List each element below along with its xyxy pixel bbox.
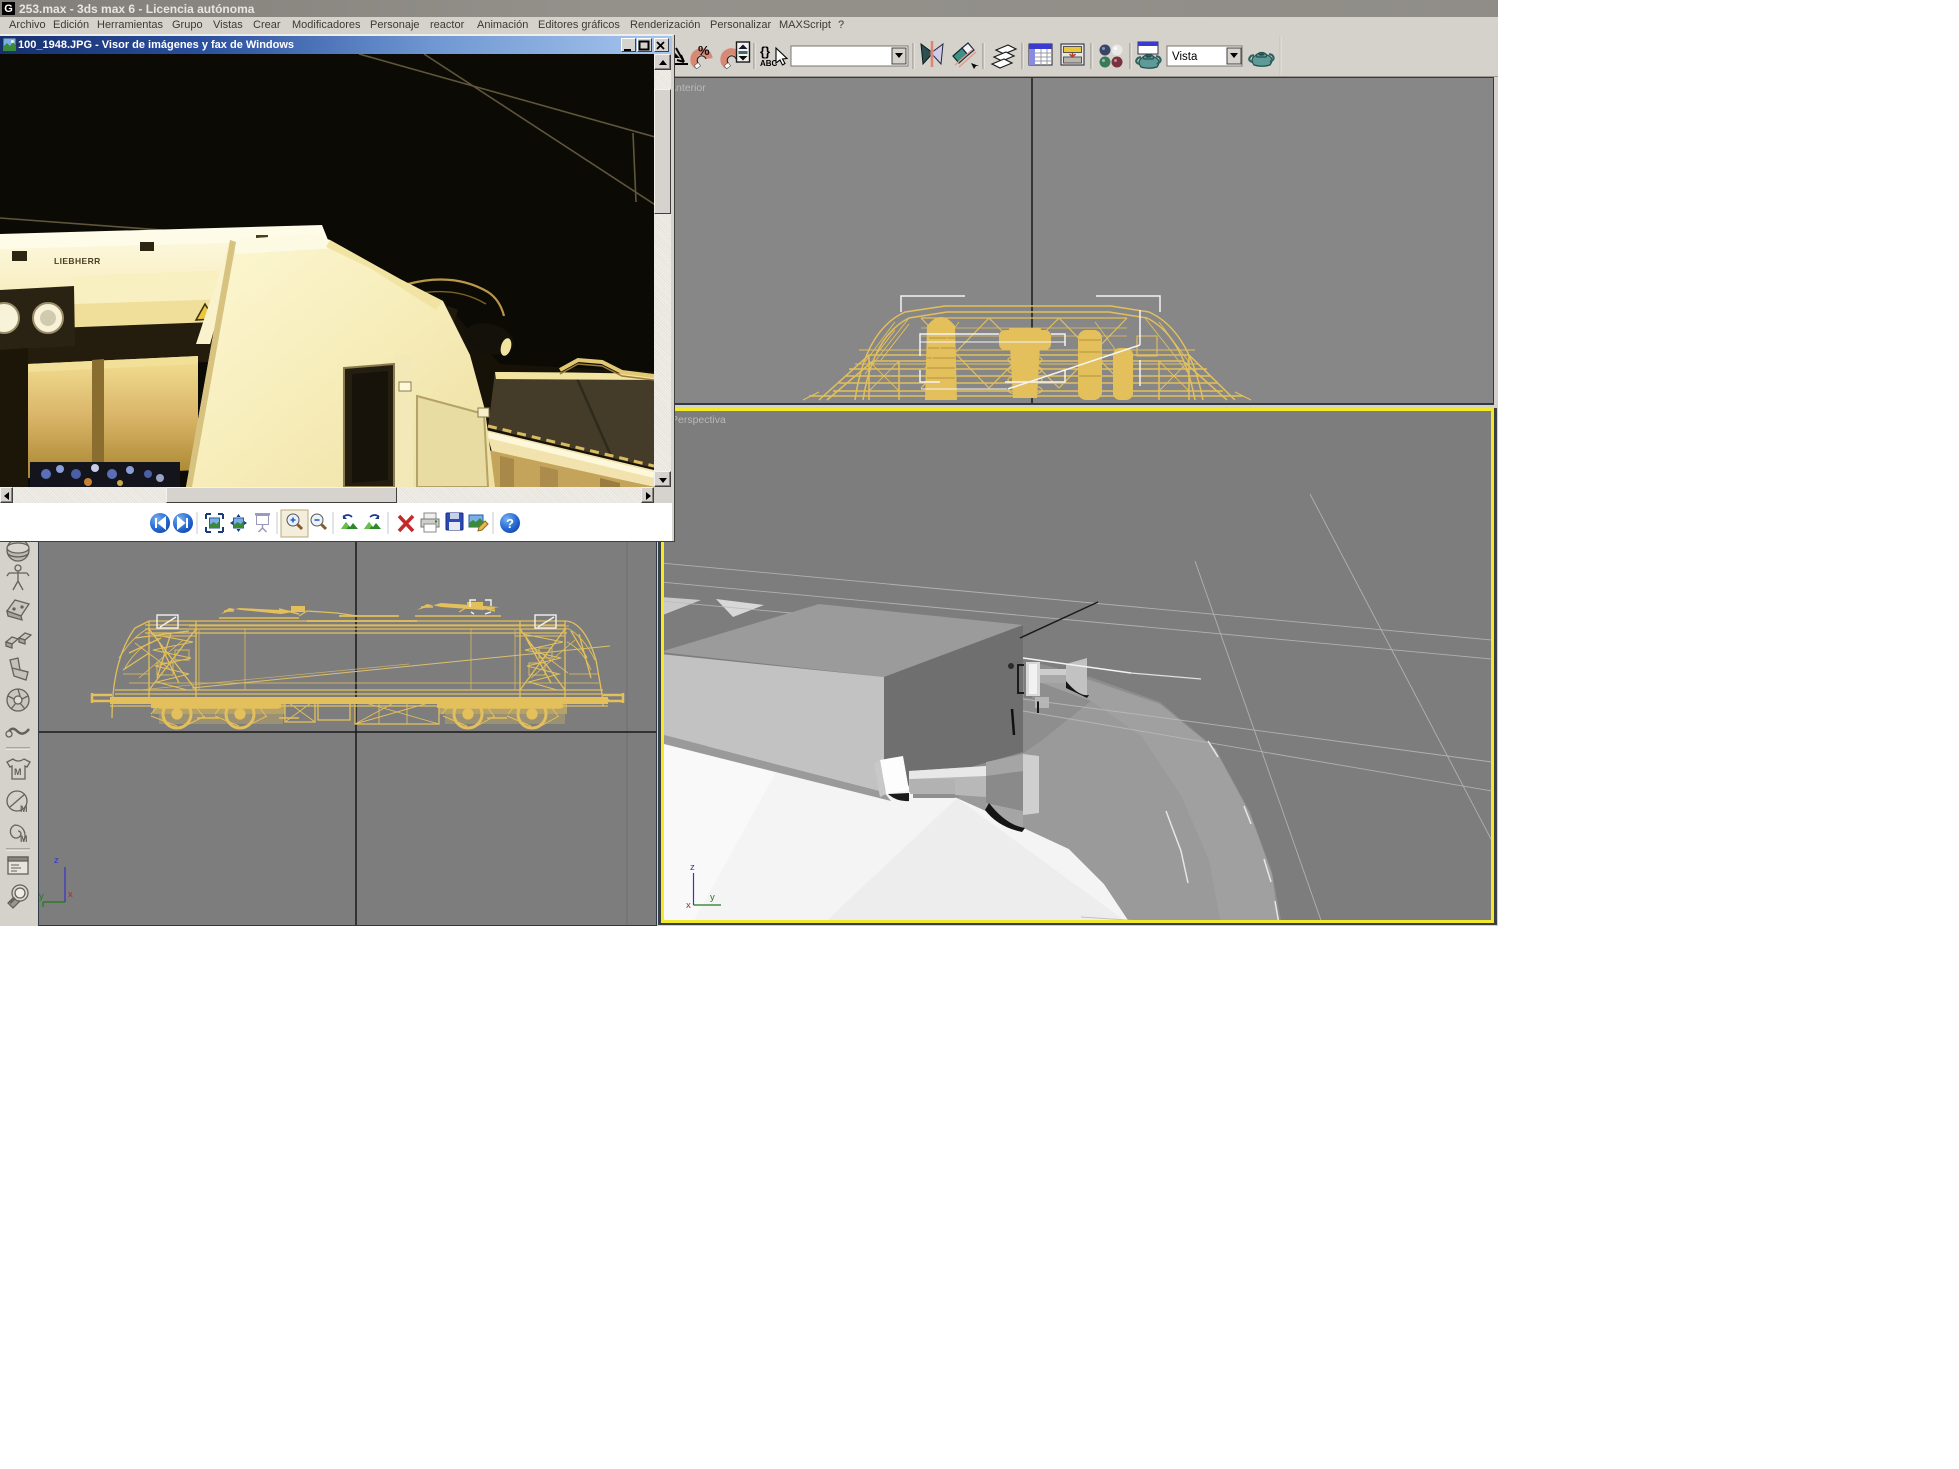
svg-text:Vista: Vista (1172, 51, 1198, 63)
svg-text:{}: {} (760, 44, 770, 59)
svg-text:M: M (20, 834, 28, 844)
svg-text:x: x (686, 900, 691, 911)
svg-text:M: M (20, 804, 28, 814)
svg-text:ABC: ABC (760, 59, 778, 68)
svg-text:z: z (690, 862, 695, 873)
svg-text:?: ? (506, 516, 514, 531)
svg-text:z: z (54, 855, 59, 866)
svg-text:%: % (698, 43, 710, 58)
svg-text:x: x (68, 889, 73, 900)
svg-text:y: y (710, 892, 715, 903)
svg-text:y: y (39, 891, 44, 902)
svg-text:LIEBHERR: LIEBHERR (54, 256, 101, 266)
svg-text:M: M (14, 767, 22, 777)
